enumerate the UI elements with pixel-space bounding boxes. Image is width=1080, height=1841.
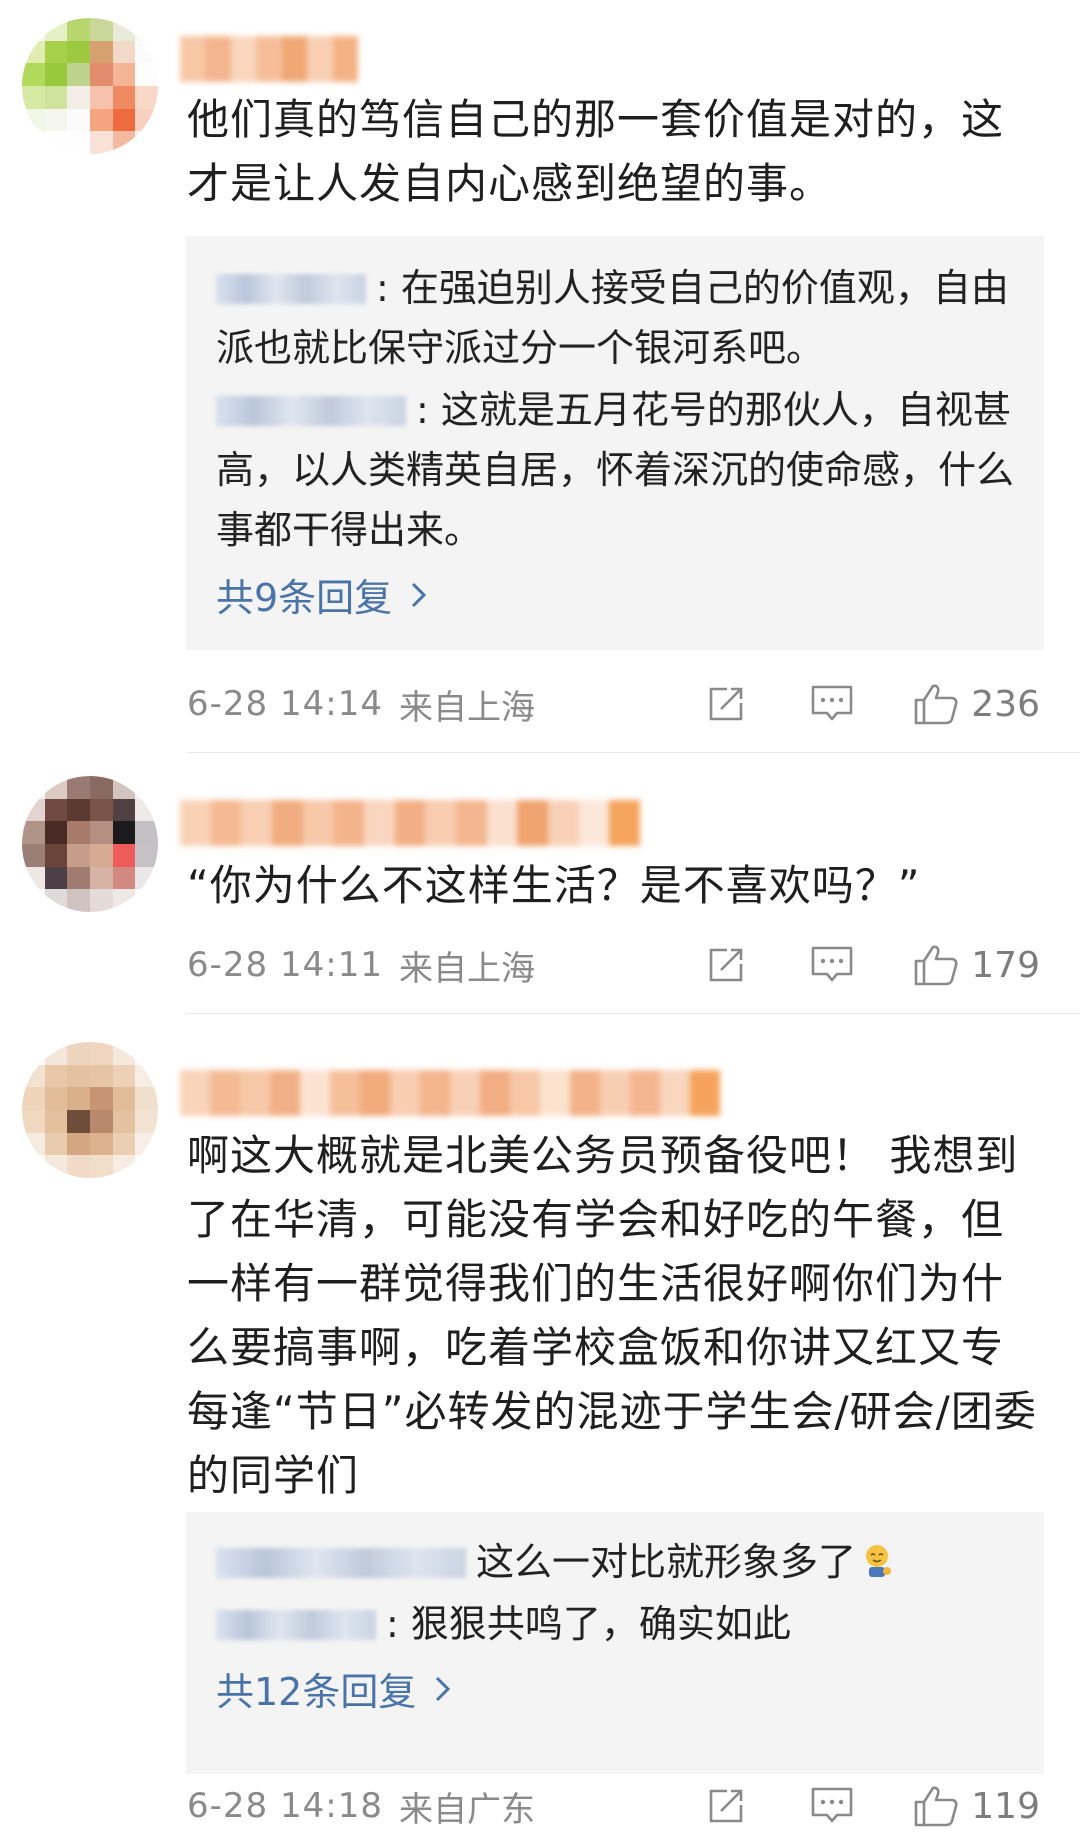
location: 来自上海	[398, 687, 535, 728]
avatar[interactable]	[22, 776, 158, 912]
comment-text: 啊这大概就是北美公务员预备役吧！ 我想到了在华清，可能没有学会和好吃的午餐，但一…	[187, 1131, 1037, 1500]
share-icon[interactable]	[703, 681, 749, 727]
share-icon[interactable]	[703, 942, 749, 988]
reply-box[interactable]: : 在强迫别人接受自己的价值观，自由派也就比保守派过分一个银河系吧。 : 这就是…	[186, 236, 1044, 650]
emoji-icon	[862, 1536, 894, 1577]
more-replies-label: 共9条回复	[216, 576, 393, 620]
comment-actions: 179	[703, 935, 1040, 995]
more-replies-link[interactable]: 共12条回复	[216, 1662, 1014, 1722]
comment-icon[interactable]	[809, 681, 855, 727]
share-icon[interactable]	[703, 1783, 749, 1829]
reply-username-blurred[interactable]	[216, 396, 406, 426]
username-blurred[interactable]	[180, 36, 358, 82]
comment-meta: 6-28 14:11 来自上海 179	[187, 935, 1040, 995]
reply-item: : 这就是五月花号的那伙人，自视甚高，以人类精英自居，怀着深沉的使命感，什么事都…	[216, 388, 1015, 552]
like-count: 236	[971, 683, 1040, 725]
reply-item: 这么一对比就形象多了	[216, 1532, 1014, 1592]
chevron-right-icon	[434, 1662, 452, 1722]
username-blurred[interactable]	[180, 1070, 720, 1116]
comment-meta: 6-28 14:18 来自广东 119	[187, 1776, 1040, 1836]
comment-actions: 119	[703, 1776, 1040, 1836]
timestamp: 6-28 14:11	[187, 945, 383, 985]
avatar[interactable]	[22, 1042, 158, 1178]
comment-icon[interactable]	[809, 942, 855, 988]
avatar[interactable]	[22, 18, 158, 154]
comment-text: “你为什么不这样生活？是不喜欢吗？”	[187, 861, 921, 910]
reply-item: : 狠狠共鸣了，确实如此	[216, 1594, 1014, 1654]
more-replies-link[interactable]: 共9条回复	[216, 568, 1014, 628]
like-icon[interactable]	[913, 942, 959, 988]
chevron-right-icon	[410, 568, 428, 628]
comment-meta: 6-28 14:14 来自上海 236	[187, 674, 1040, 734]
reply-box[interactable]: 这么一对比就形象多了 : 狠狠共鸣了，确实如此 共12条回复	[186, 1512, 1044, 1774]
location: 来自广东	[398, 1789, 535, 1830]
like-count: 119	[971, 1785, 1040, 1827]
comment-item: “你为什么不这样生活？是不喜欢吗？” 6-28 14:11 来自上海 179	[0, 753, 1080, 1013]
comment-item: 啊这大概就是北美公务员预备役吧！ 我想到了在华清，可能没有学会和好吃的午餐，但一…	[0, 1014, 1080, 1841]
timestamp: 6-28 14:18	[187, 1786, 383, 1826]
comment-text: 他们真的笃信自己的那一套价值是对的，这才是让人发自内心感到绝望的事。	[187, 95, 1005, 208]
more-replies-label: 共12条回复	[216, 1670, 417, 1714]
reply-username-blurred[interactable]	[216, 1610, 376, 1640]
comment-icon[interactable]	[809, 1783, 855, 1829]
like-count: 179	[971, 944, 1040, 986]
comment-actions: 236	[703, 674, 1040, 734]
like-icon[interactable]	[913, 681, 959, 727]
comment-item: 他们真的笃信自己的那一套价值是对的，这才是让人发自内心感到绝望的事。 : 在强迫…	[0, 0, 1080, 752]
reply-item: : 在强迫别人接受自己的价值观，自由派也就比保守派过分一个银河系吧。	[216, 266, 1009, 370]
username-blurred[interactable]	[180, 800, 641, 846]
reply-username-blurred[interactable]	[216, 1548, 466, 1578]
location: 来自上海	[398, 948, 535, 989]
timestamp: 6-28 14:14	[187, 684, 383, 724]
like-icon[interactable]	[913, 1783, 959, 1829]
reply-username-blurred[interactable]	[216, 274, 366, 304]
